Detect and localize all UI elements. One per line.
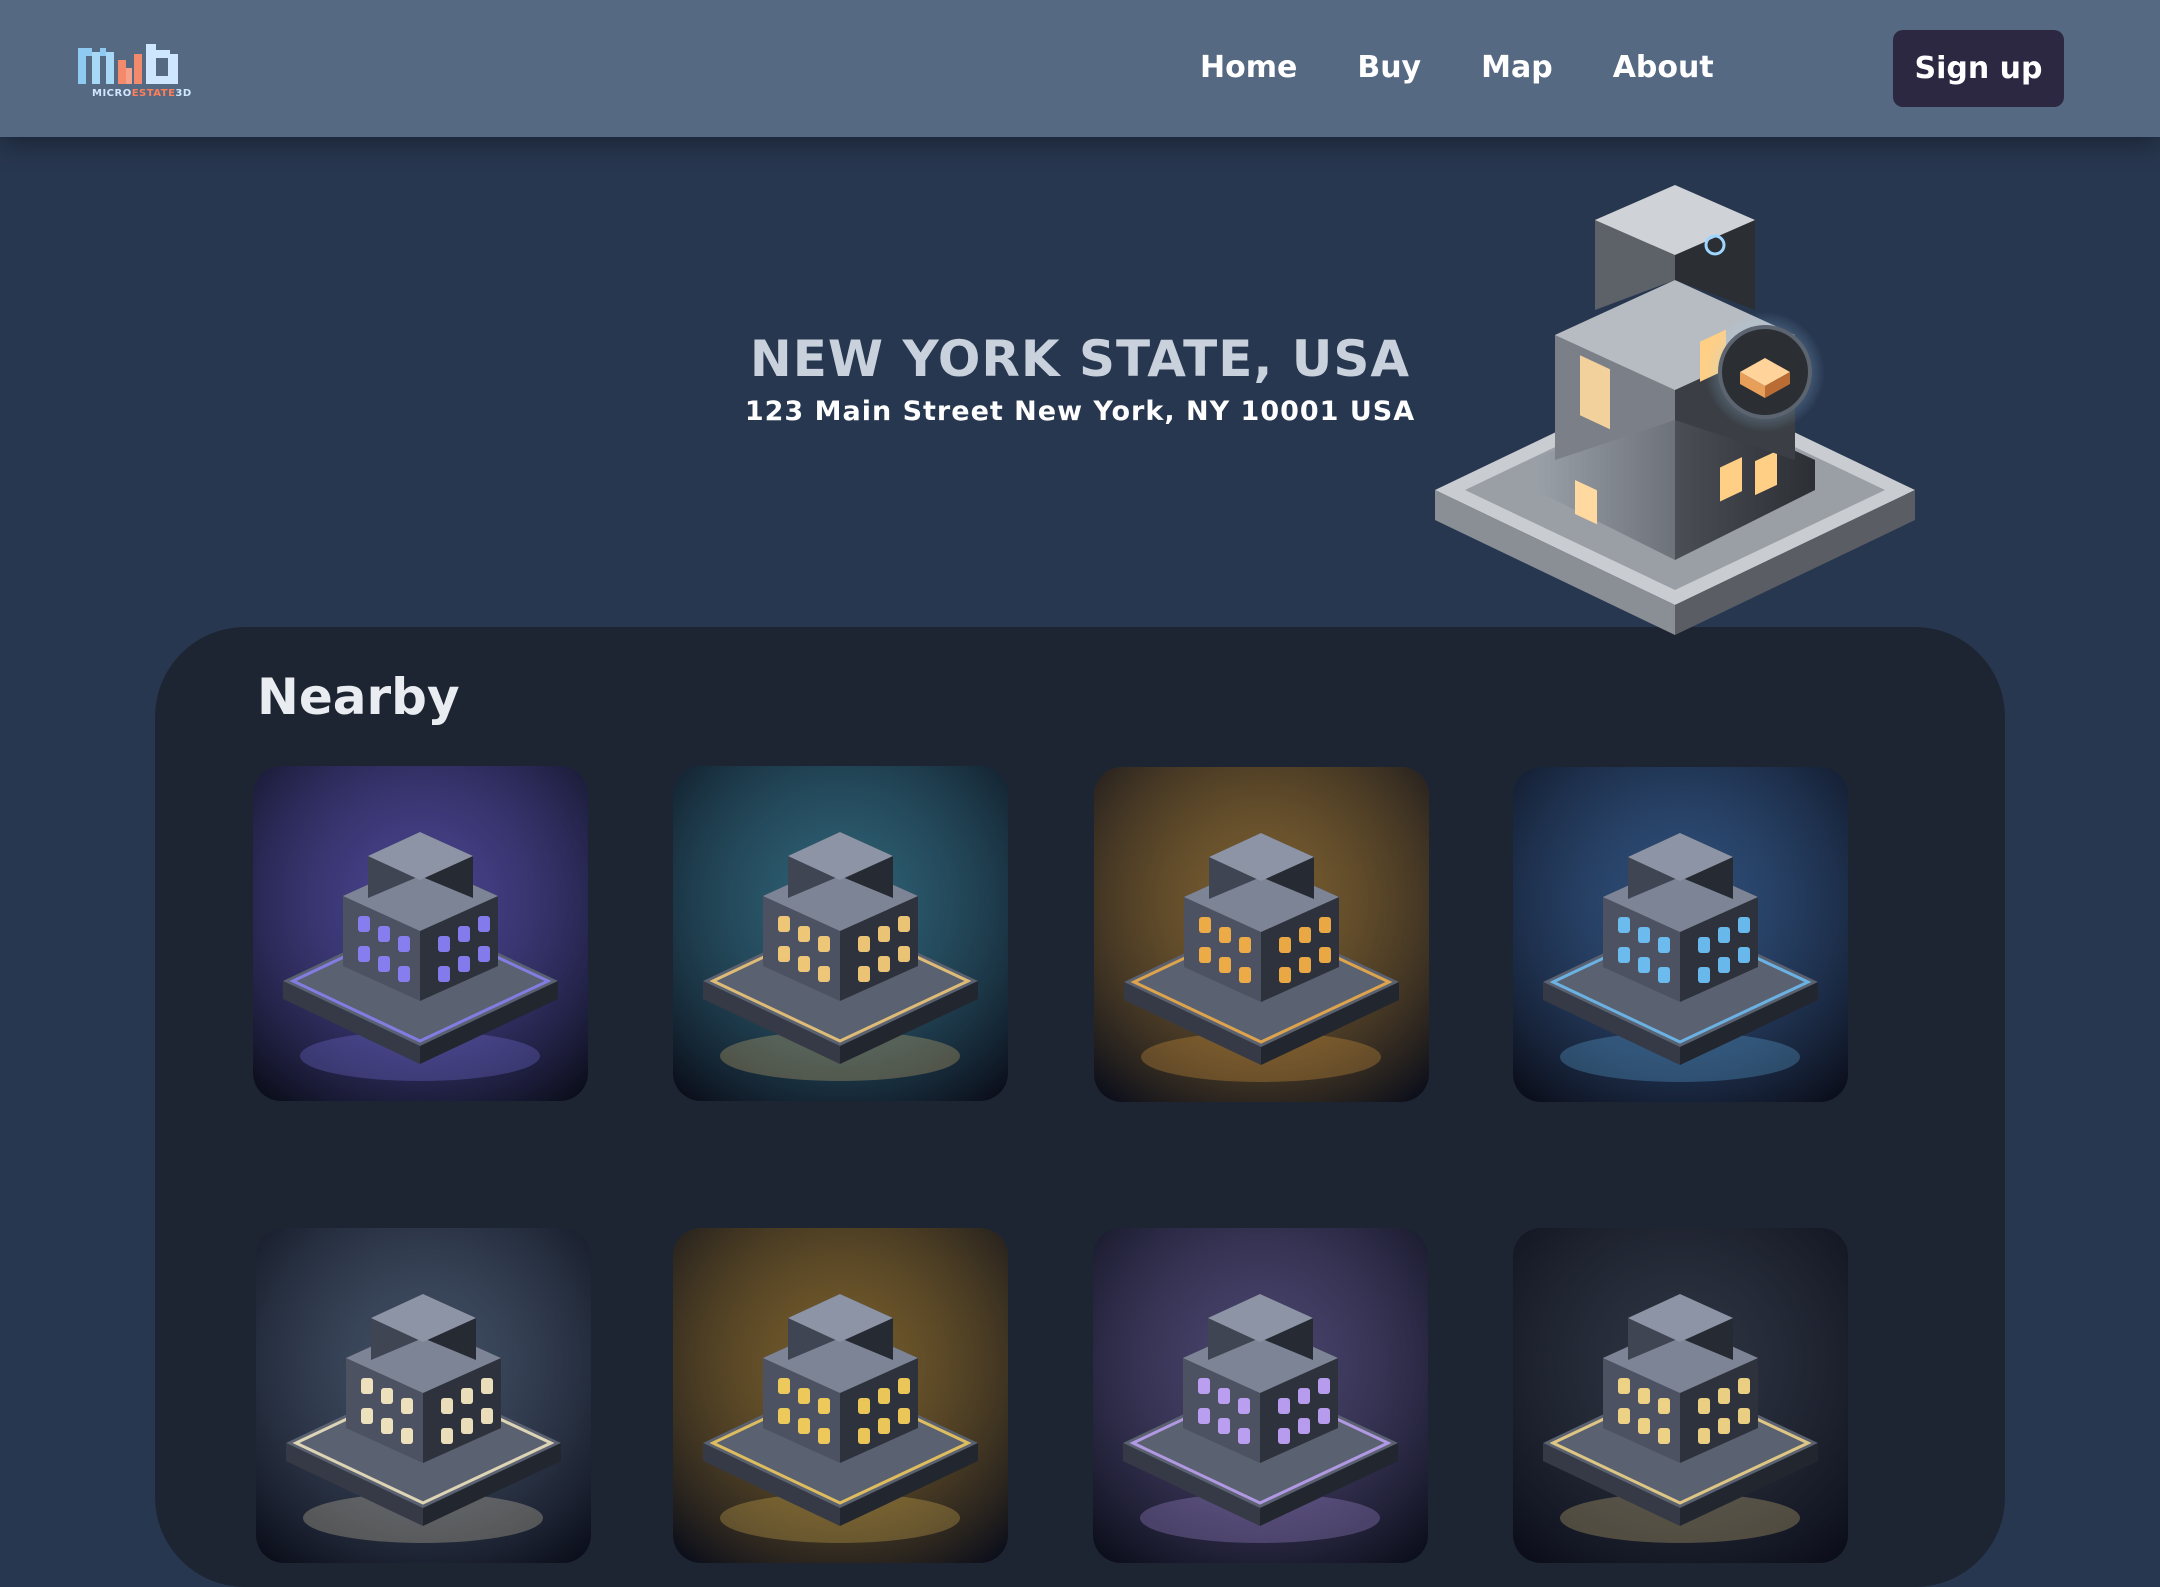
nav-about[interactable]: About [1613, 48, 1714, 88]
main-nav: Home Buy Map About [1200, 48, 1774, 88]
building-thumbnail-icon [1513, 767, 1848, 1102]
nearby-heading: Nearby [257, 668, 460, 726]
building-thumbnail-icon [1094, 767, 1429, 1102]
featured-building-image [1425, 160, 1925, 680]
nav-home[interactable]: Home [1200, 48, 1297, 88]
logo-bars-icon [78, 44, 178, 84]
isometric-building-icon [1435, 185, 1915, 635]
building-thumbnail-icon [673, 1228, 1008, 1563]
nearby-card-4[interactable] [1513, 767, 1848, 1102]
nav-map[interactable]: Map [1481, 48, 1553, 88]
building-thumbnail-icon [253, 766, 588, 1101]
nearby-card-2[interactable] [673, 766, 1008, 1101]
logo-text-estate: ESTATE [131, 88, 176, 99]
nearby-card-6[interactable] [673, 1228, 1008, 1563]
nearby-card-1[interactable] [253, 766, 588, 1101]
top-navigation-bar: MICROESTATE3D Home Buy Map About Sign up [0, 0, 2160, 137]
logo-text-micro: MICRO [92, 88, 132, 99]
sign-up-button[interactable]: Sign up [1893, 30, 2064, 107]
logo-text-3d: 3D [175, 88, 192, 99]
nearby-card-5[interactable] [256, 1228, 591, 1563]
logo-wordmark: MICROESTATE3D [92, 88, 192, 99]
nearby-card-8[interactable] [1513, 1228, 1848, 1563]
building-thumbnail-icon [256, 1228, 591, 1563]
nearby-card-3[interactable] [1094, 767, 1429, 1102]
building-thumbnail-icon [1093, 1228, 1428, 1563]
microestate3d-logo[interactable]: MICROESTATE3D [76, 38, 192, 100]
nav-buy[interactable]: Buy [1357, 48, 1421, 88]
nearby-card-7[interactable] [1093, 1228, 1428, 1563]
building-thumbnail-icon [1513, 1228, 1848, 1563]
building-thumbnail-icon [673, 766, 1008, 1101]
